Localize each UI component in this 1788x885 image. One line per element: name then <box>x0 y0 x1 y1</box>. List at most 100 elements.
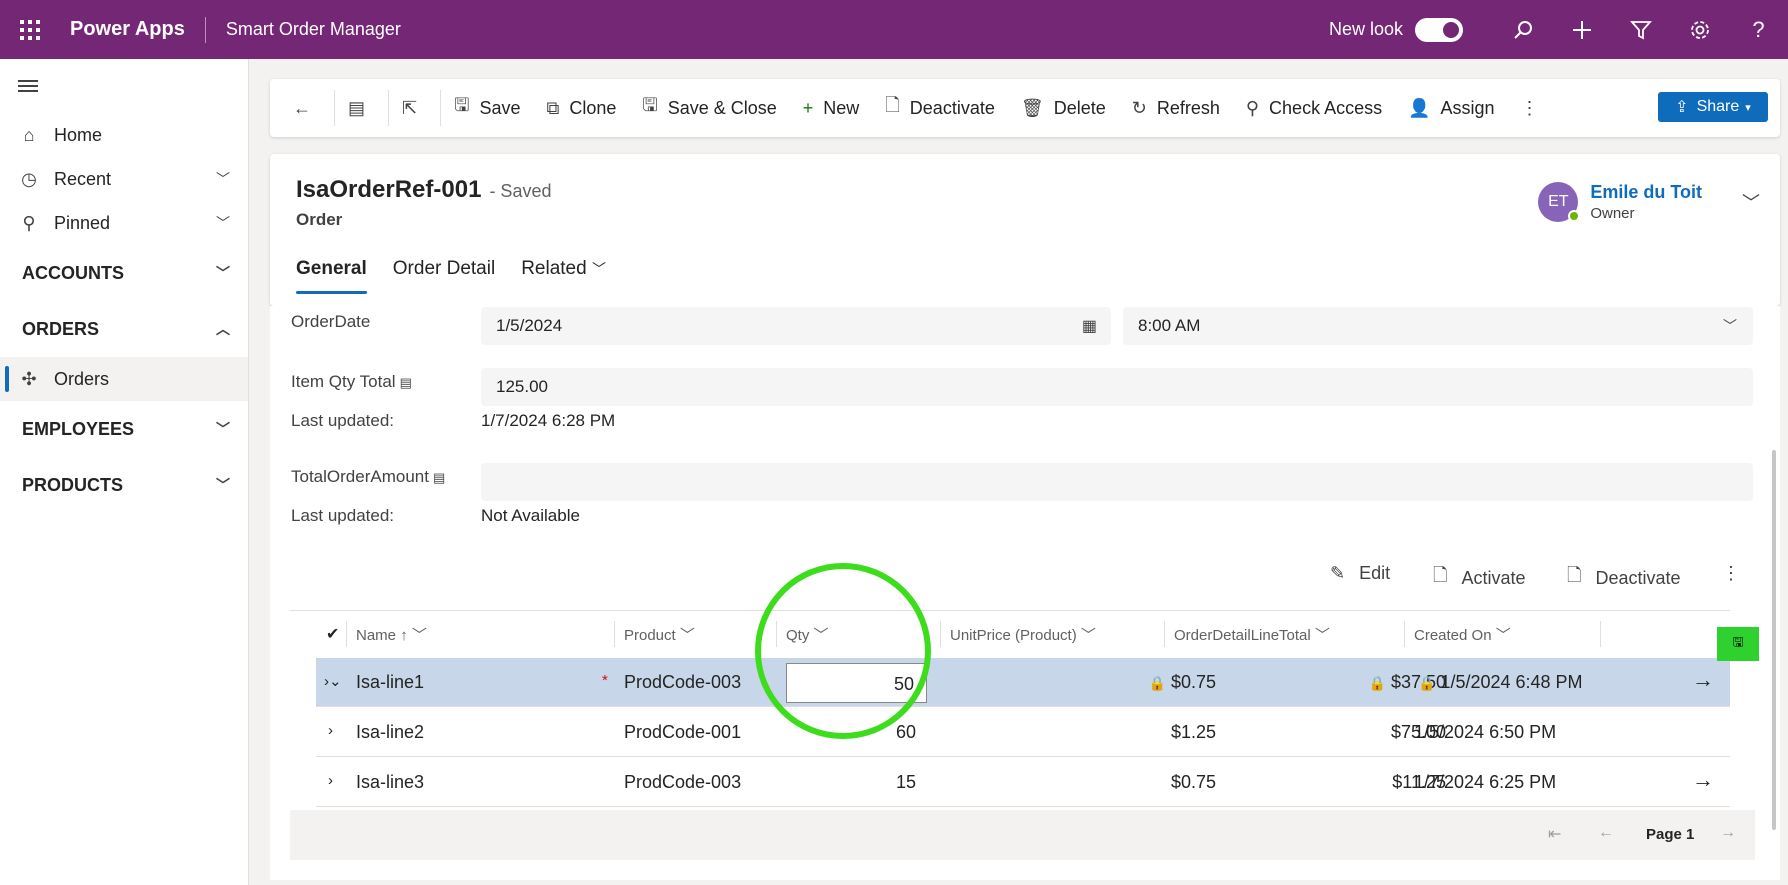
column-header-created-on[interactable]: Created On ﹀ <box>1414 624 1511 645</box>
column-header-product[interactable]: Product ﹀ <box>624 624 695 645</box>
plus-icon[interactable] <box>1552 0 1611 59</box>
save-row-icon[interactable]: 🖫 <box>1717 627 1759 661</box>
item-qty-total-input[interactable]: 125.00 <box>481 368 1753 406</box>
column-product-label: Product <box>624 627 676 644</box>
tab-related[interactable]: Related ﹀ <box>521 258 606 294</box>
table-row[interactable]: ›⌄ Isa-line1 * ProdCode-003 50 🔒 $0.75 🔒… <box>316 658 1730 707</box>
cell-unit-price: $0.75 <box>1170 772 1216 792</box>
chevron-down-icon[interactable]: ﹀ <box>216 213 230 233</box>
sidebar-item-label: Home <box>54 124 103 145</box>
cell-qty[interactable]: 15 <box>786 772 916 793</box>
refresh-button[interactable]: ↻ Refresh <box>1119 79 1233 137</box>
column-divider <box>614 621 615 647</box>
lock-icon: 🔒 <box>1418 675 1436 691</box>
tab-order-detail[interactable]: Order Detail <box>393 258 495 294</box>
back-button[interactable]: ← <box>280 79 334 137</box>
sidebar-item-home[interactable]: ⌂ Home <box>0 113 248 157</box>
deactivate-button[interactable]: 🗋 Deactivate <box>872 79 1008 137</box>
chevron-down-icon[interactable]: ﹀ <box>216 263 230 283</box>
chevron-down-icon[interactable]: ﹀ <box>216 419 230 439</box>
cell-name[interactable]: Isa-line1 <box>356 672 424 693</box>
more-vertical-icon: ⋮ <box>1722 563 1740 583</box>
avatar[interactable]: ET <box>1538 182 1581 222</box>
new-button[interactable]: + New <box>790 79 873 137</box>
total-order-amount-input[interactable] <box>481 463 1753 501</box>
subgrid-activate-button[interactable]: 🗋 Activate <box>1433 563 1526 593</box>
cell-name[interactable]: Isa-line3 <box>356 772 424 793</box>
sidebar-item-pinned[interactable]: ⚲ Pinned ﹀ <box>0 201 248 245</box>
subgrid-more-button[interactable]: ⋮ <box>1722 563 1740 584</box>
save-button[interactable]: 🖫 Save <box>441 79 533 137</box>
app-launcher-icon[interactable] <box>0 0 60 59</box>
group-label: ACCOUNTS <box>22 262 124 283</box>
more-commands-button[interactable]: ⋮ <box>1508 79 1562 137</box>
app-name[interactable]: Smart Order Manager <box>206 19 401 40</box>
filter-icon[interactable] <box>1611 0 1670 59</box>
total-order-amount-label-text: TotalOrderAmount <box>291 467 429 486</box>
open-record-arrow-icon[interactable]: → <box>1692 667 1714 693</box>
open-new-window-button[interactable]: ⇱ <box>389 79 440 137</box>
help-icon[interactable]: ? <box>1729 0 1788 59</box>
clone-icon: ⧉ <box>546 97 560 118</box>
chevron-down-icon[interactable]: ﹀ <box>1742 189 1760 215</box>
previous-page-icon[interactable]: ← <box>1598 824 1614 842</box>
form-selector-button[interactable]: ▤ <box>335 79 388 137</box>
order-date-input[interactable]: 1/5/2024 ▦ <box>481 307 1111 345</box>
subgrid-deactivate-button[interactable]: 🗋 Deactivate <box>1567 563 1681 593</box>
trash-icon: 🗑 <box>1020 97 1044 118</box>
save-label: Save <box>479 97 521 118</box>
check-access-button[interactable]: ⚲ Check Access <box>1233 79 1395 137</box>
sidebar-item-recent[interactable]: ◷ Recent ﹀ <box>0 157 248 201</box>
hamburger-menu-icon[interactable] <box>0 59 248 113</box>
search-icon[interactable] <box>1493 0 1552 59</box>
chevron-up-icon[interactable]: ︿ <box>216 319 230 339</box>
column-header-unit-price[interactable]: UnitPrice (Product) ﹀ <box>950 624 1096 645</box>
save-close-button[interactable]: 🖫 Save & Close <box>629 79 789 137</box>
tab-general[interactable]: General <box>296 258 367 294</box>
owner-name-link[interactable]: Emile du Toit <box>1590 182 1702 203</box>
item-qty-last-updated: 1/7/2024 6:28 PM <box>481 411 616 430</box>
expand-icon[interactable]: › <box>328 722 333 739</box>
sidebar-item-label: Orders <box>54 368 110 389</box>
table-row[interactable]: › Isa-line3 ProdCode-003 15 $0.75 $11.25… <box>316 758 1730 807</box>
chevron-down-icon: ﹀ <box>1495 627 1511 644</box>
column-header-name[interactable]: Name ↑ ﹀ <box>356 624 427 645</box>
cell-created-on: 1/7/2024 6:25 PM <box>1414 772 1557 792</box>
chevron-down-icon[interactable]: ﹀ <box>216 169 230 189</box>
sidebar-group-employees[interactable]: EMPLOYEES ﹀ <box>0 401 248 457</box>
chevron-down-icon: ﹀ <box>411 627 427 644</box>
calendar-icon[interactable]: ▦ <box>1082 316 1097 336</box>
delete-button[interactable]: 🗑 Delete <box>1008 79 1119 137</box>
check-access-label: Check Access <box>1269 97 1383 118</box>
new-look-label: New look <box>1328 19 1403 39</box>
clone-button[interactable]: ⧉ Clone <box>533 79 629 137</box>
sidebar-group-products[interactable]: PRODUCTS ﹀ <box>0 457 248 513</box>
subgrid-edit-button[interactable]: ✎ Edit <box>1330 563 1390 584</box>
next-page-icon[interactable]: → <box>1720 824 1736 842</box>
open-record-arrow-icon[interactable]: → <box>1692 767 1714 793</box>
order-time-select[interactable]: 8:00 AM ﹀ <box>1123 307 1753 345</box>
expand-icon[interactable]: › <box>328 772 333 789</box>
new-look-toggle[interactable] <box>1415 17 1463 42</box>
scrollbar[interactable] <box>1772 450 1776 830</box>
gear-icon[interactable] <box>1670 0 1729 59</box>
sidebar-item-orders[interactable]: ✣ Orders <box>0 357 248 401</box>
plus-icon: + <box>802 97 814 118</box>
chevron-down-icon[interactable]: ﹀ <box>216 475 230 495</box>
cell-name[interactable]: Isa-line2 <box>356 722 424 743</box>
first-page-icon[interactable]: ⇤ <box>1548 824 1561 844</box>
sidebar-group-accounts[interactable]: ACCOUNTS ﹀ <box>0 245 248 301</box>
column-header-line-total[interactable]: OrderDetailLineTotal ﹀ <box>1174 624 1330 645</box>
brand-title[interactable]: Power Apps <box>60 18 205 41</box>
share-button[interactable]: ⇪ Share ▾ <box>1658 92 1768 122</box>
item-qty-total-value: 125.00 <box>496 377 548 396</box>
select-all-checkmark-icon[interactable]: ✔ <box>326 624 339 644</box>
cell-product[interactable]: ProdCode-003 <box>624 772 741 793</box>
more-vertical-icon: ⋮ <box>1520 97 1539 118</box>
cell-product[interactable]: ProdCode-003 <box>624 672 741 693</box>
assign-button[interactable]: 👤 Assign <box>1395 79 1507 137</box>
table-row[interactable]: › Isa-line2 ProdCode-001 60 $1.25 $75.00… <box>316 708 1730 757</box>
expand-collapse-icon[interactable]: ›⌄ <box>324 672 342 690</box>
cell-product[interactable]: ProdCode-001 <box>624 722 741 743</box>
sidebar-group-orders[interactable]: ORDERS ︿ <box>0 301 248 357</box>
